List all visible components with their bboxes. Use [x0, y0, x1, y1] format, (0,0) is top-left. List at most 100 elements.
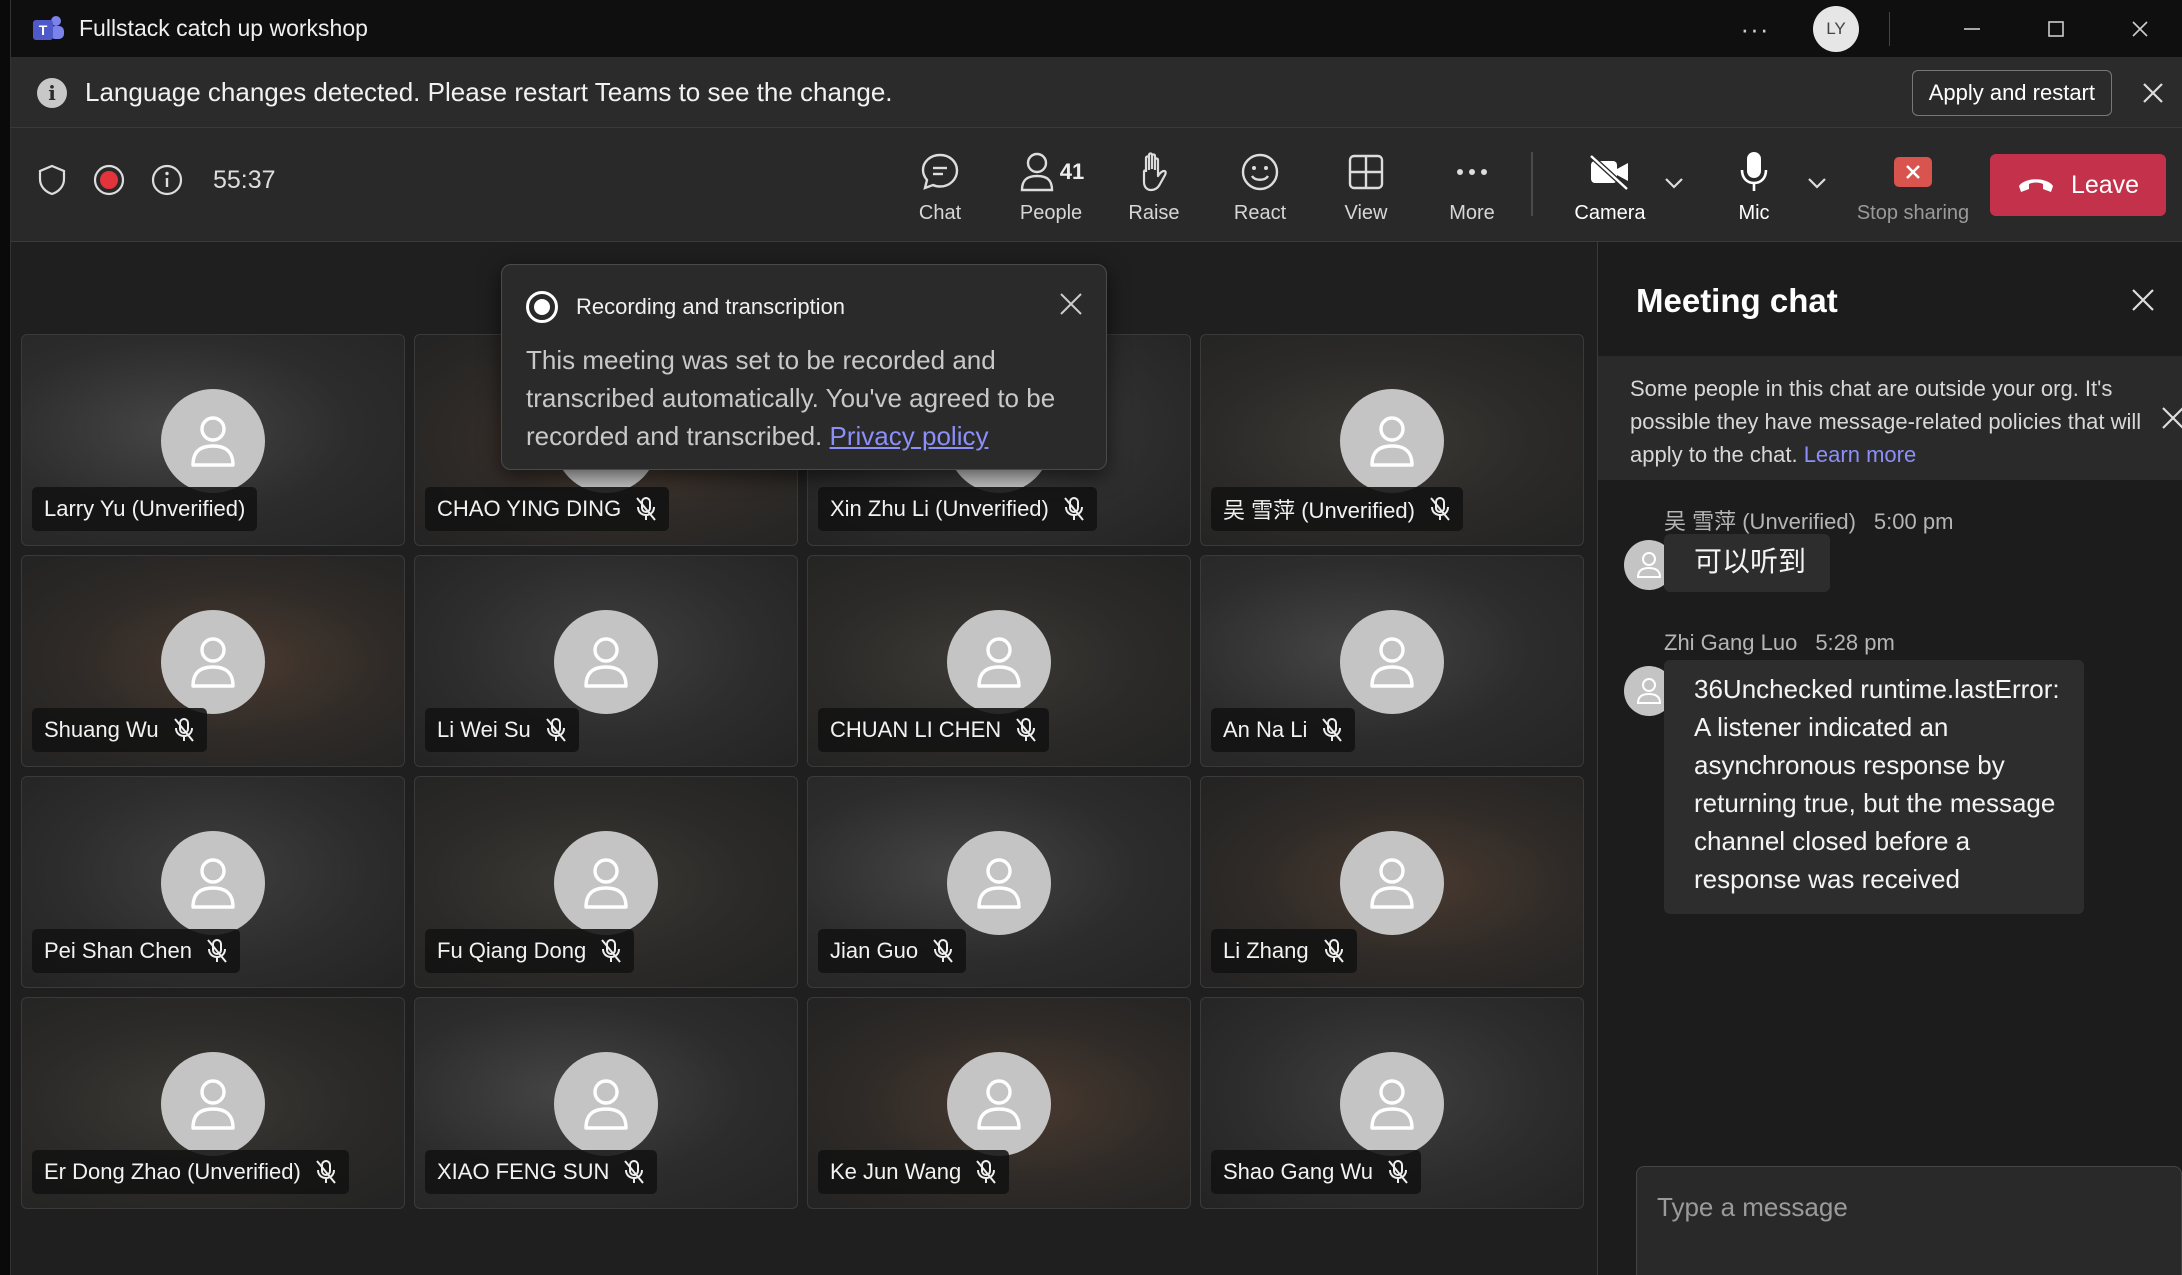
people-button[interactable]: 41 People	[1003, 148, 1099, 225]
more-button[interactable]: More	[1427, 148, 1517, 225]
mic-off-icon	[315, 1159, 337, 1185]
info-icon: i	[37, 77, 67, 108]
person-icon	[1370, 416, 1414, 467]
message-compose-box[interactable]	[1636, 1166, 2182, 1275]
stop-sharing-button[interactable]: Stop sharing	[1843, 148, 1983, 225]
message-author: 吴 雪萍 (Unverified)	[1664, 509, 1856, 534]
grid-view-icon	[1348, 154, 1384, 190]
message-bubble[interactable]: 36Unchecked runtime.lastError: A listene…	[1664, 660, 2084, 914]
meeting-info-icon[interactable]	[151, 164, 183, 196]
chat-close-button[interactable]	[2129, 286, 2157, 319]
close-icon	[2162, 407, 2182, 429]
shield-icon[interactable]	[37, 164, 67, 196]
hang-up-icon	[2018, 179, 2053, 192]
participant-avatar	[1340, 389, 1444, 493]
minimize-button[interactable]	[1930, 0, 2014, 58]
meeting-chat-panel: Meeting chat Some people in this chat ar…	[1597, 242, 2182, 1275]
participant-avatar	[161, 610, 265, 714]
camera-options-button[interactable]	[1663, 176, 1685, 195]
maximize-button[interactable]	[2014, 0, 2098, 58]
participant-name: Xin Zhu Li (Unverified)	[830, 496, 1049, 521]
recording-notice-popup: Recording and transcription This meeting…	[501, 264, 1107, 470]
participant-tile[interactable]: Er Dong Zhao (Unverified)	[21, 997, 405, 1209]
participant-tile[interactable]: Larry Yu (Unverified)	[21, 334, 405, 546]
participant-name: Shao Gang Wu	[1223, 1159, 1374, 1184]
participant-tile[interactable]: CHUAN LI CHEN	[807, 555, 1191, 767]
user-avatar[interactable]: LY	[1813, 6, 1859, 52]
person-icon	[191, 1079, 235, 1130]
chat-button[interactable]: Chat	[895, 148, 985, 256]
close-icon	[2143, 83, 2163, 103]
camera-button[interactable]: Camera	[1555, 148, 1665, 225]
more-options-icon[interactable]: ···	[1735, 14, 1775, 45]
message-meta: 吴 雪萍 (Unverified) 5:00 pm	[1664, 504, 1953, 536]
titlebar-divider	[1889, 12, 1890, 46]
recording-popup-close-button[interactable]	[1058, 291, 1084, 322]
notice-close-button[interactable]	[2159, 404, 2182, 437]
participant-avatar	[947, 610, 1051, 714]
more-label: More	[1449, 202, 1495, 224]
view-button[interactable]: View	[1321, 148, 1411, 225]
participant-tile[interactable]: Li Wei Su	[414, 555, 798, 767]
external-org-notice: Some people in this chat are outside you…	[1598, 356, 2182, 480]
participant-tile[interactable]: XIAO FENG SUN	[414, 997, 798, 1209]
participant-tile[interactable]: Pei Shan Chen	[21, 776, 405, 988]
participant-name: Li Zhang	[1223, 938, 1309, 963]
mic-button[interactable]: Mic	[1709, 148, 1799, 225]
recording-popup-body: This meeting was set to be recorded and …	[526, 341, 1096, 455]
banner-close-button[interactable]	[2136, 76, 2170, 110]
raise-hand-button[interactable]: Raise	[1109, 148, 1199, 225]
recording-indicator-icon[interactable]	[93, 164, 125, 196]
message-input[interactable]	[1657, 1187, 2147, 1227]
participant-avatar	[554, 1052, 658, 1156]
person-icon	[1370, 637, 1414, 688]
react-label: React	[1233, 202, 1287, 224]
participant-name-chip: Larry Yu (Unverified)	[32, 487, 258, 531]
window-title: Fullstack catch up workshop	[79, 15, 368, 41]
participant-name-chip: Li Wei Su	[425, 708, 579, 752]
mic-off-icon	[623, 1159, 645, 1185]
participant-tile[interactable]: 吴 雪萍 (Unverified)	[1200, 334, 1584, 546]
react-button[interactable]: React	[1215, 148, 1305, 225]
message-bubble[interactable]: 可以听到	[1664, 534, 1831, 592]
privacy-policy-link[interactable]: Privacy policy	[830, 421, 989, 451]
participant-name-chip: Pei Shan Chen	[32, 929, 240, 973]
participant-name-chip: CHAO YING DING	[425, 487, 670, 531]
participant-avatar	[554, 831, 658, 935]
mic-options-button[interactable]	[1806, 176, 1828, 195]
recording-popup-title: Recording and transcription	[576, 294, 846, 319]
participant-tile[interactable]: Li Zhang	[1200, 776, 1584, 988]
meeting-toolbar: 55:37 Chat 41 People Raise React View Mo…	[11, 128, 2182, 256]
participant-avatar	[161, 1052, 265, 1156]
message-meta: Zhi Gang Luo 5:28 pm	[1664, 630, 1895, 656]
participant-name-chip: 吴 雪萍 (Unverified)	[1211, 487, 1463, 531]
leave-button[interactable]: Leave	[1990, 154, 2166, 216]
close-icon	[2132, 21, 2148, 37]
participant-tile[interactable]: Fu Qiang Dong	[414, 776, 798, 988]
person-icon	[584, 858, 628, 909]
learn-more-link[interactable]: Learn more	[1804, 442, 1917, 467]
apply-and-restart-button[interactable]: Apply and restart	[1911, 70, 2112, 116]
participant-name-chip: Shuang Wu	[32, 708, 207, 752]
mic-off-icon	[1323, 938, 1345, 964]
participant-name-chip: Li Zhang	[1211, 929, 1357, 973]
recording-icon	[526, 291, 558, 323]
participant-name-chip: Jian Guo	[818, 929, 967, 973]
participant-tile[interactable]: Shao Gang Wu	[1200, 997, 1584, 1209]
participant-tile[interactable]: Ke Jun Wang	[807, 997, 1191, 1209]
mic-off-icon	[1015, 717, 1037, 743]
message-time: 5:28 pm	[1815, 630, 1895, 655]
participant-name: Ke Jun Wang	[830, 1159, 962, 1184]
participant-name-chip: Fu Qiang Dong	[425, 929, 635, 973]
participant-tile[interactable]: Jian Guo	[807, 776, 1191, 988]
chevron-down-icon	[1808, 178, 1826, 189]
mic-off-icon	[206, 938, 228, 964]
participant-name: CHUAN LI CHEN	[830, 717, 1002, 742]
participant-tile[interactable]: An Na Li	[1200, 555, 1584, 767]
close-window-button[interactable]	[2098, 0, 2182, 58]
raise-label: Raise	[1128, 202, 1180, 224]
participant-name: Fu Qiang Dong	[437, 938, 587, 963]
person-icon	[191, 637, 235, 688]
minimize-icon	[1964, 28, 1980, 30]
participant-tile[interactable]: Shuang Wu	[21, 555, 405, 767]
